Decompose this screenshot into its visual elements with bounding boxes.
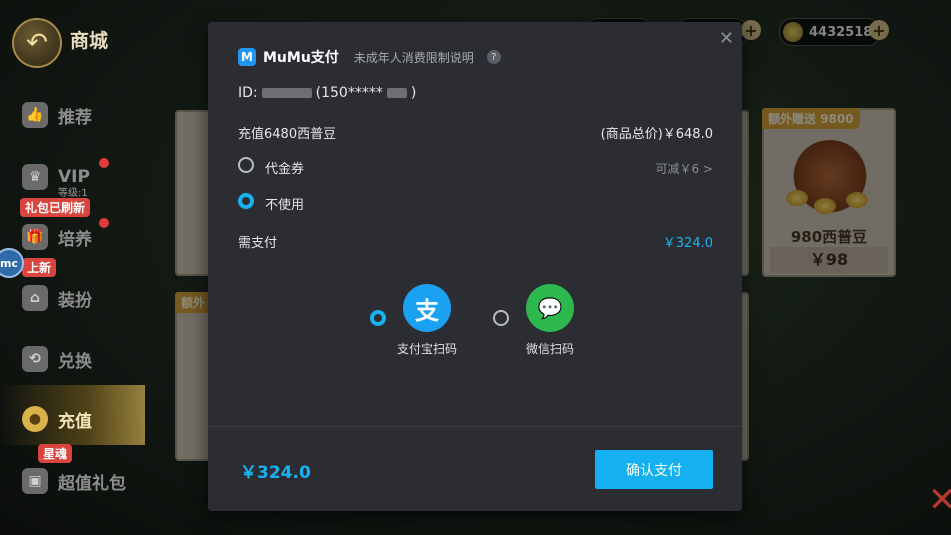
star-soul-tag: 星魂 bbox=[38, 444, 73, 463]
sidebar-item-label: 装扮 bbox=[58, 290, 92, 311]
sidebar-item-exchange[interactable]: ⟲ 兑换 bbox=[22, 346, 92, 372]
sidebar-item-recharge[interactable]: ● 充值 bbox=[22, 406, 92, 432]
need-pay-value: ￥324.0 bbox=[662, 236, 713, 251]
account-id: ID: (150***** ) bbox=[238, 85, 417, 101]
bean-icon: ● bbox=[22, 406, 48, 432]
thumbs-up-icon: 👍 bbox=[22, 102, 48, 128]
payment-brand: M MuMu支付 未成年人消费限制说明 ? bbox=[238, 47, 501, 67]
sidebar-item-value-pack[interactable]: ▣ 超值礼包 bbox=[22, 468, 126, 494]
help-icon[interactable]: ? bbox=[486, 50, 501, 64]
close-icon[interactable]: ✕ bbox=[719, 28, 734, 49]
gift-icon: 🎁 bbox=[22, 224, 48, 250]
sidebar-item-label: 兑换 bbox=[58, 351, 92, 372]
sidebar-item-label: 充值 bbox=[58, 411, 92, 432]
product-name: 充值6480西普豆 bbox=[238, 127, 337, 142]
voucher-radio[interactable] bbox=[238, 157, 254, 173]
refresh-tag: 礼包已刷新 bbox=[20, 198, 91, 217]
sidebar-item-label: 超值礼包 bbox=[58, 473, 126, 494]
new-tag: 上新 bbox=[22, 258, 57, 277]
exchange-icon: ⟲ bbox=[22, 346, 48, 372]
voucher-label: 代金券 bbox=[265, 162, 305, 177]
alipay-radio[interactable] bbox=[370, 310, 386, 326]
wechat-radio[interactable] bbox=[493, 310, 509, 326]
sidebar-item-label: 推荐 bbox=[58, 107, 92, 128]
back-arrow-icon: ↶ bbox=[26, 28, 48, 58]
crown-icon: ♛ bbox=[22, 164, 48, 190]
sidebar-item-cultivate[interactable]: 🎁 培养 bbox=[22, 224, 92, 250]
masked-phone bbox=[386, 88, 407, 98]
no-voucher-radio[interactable] bbox=[238, 193, 254, 209]
alipay-label: 支付宝扫码 bbox=[396, 342, 457, 356]
masked-id bbox=[261, 88, 312, 98]
sidebar-item-dressup[interactable]: ⌂ 装扮 bbox=[22, 285, 92, 311]
notification-dot bbox=[99, 218, 109, 228]
brand-name: MuMu支付 bbox=[263, 50, 339, 66]
product-total: (商品总价)￥648.0 bbox=[600, 127, 713, 142]
divider bbox=[208, 426, 742, 427]
wechat-icon[interactable]: 💬 bbox=[526, 284, 574, 332]
wechat-label: 微信扫码 bbox=[525, 342, 574, 356]
need-pay-label: 需支付 bbox=[238, 236, 278, 251]
back-button[interactable]: ↶ bbox=[12, 18, 62, 68]
pay-amount: ￥324.0 bbox=[240, 463, 311, 483]
gift-box-icon: ▣ bbox=[22, 468, 48, 494]
voucher-hint[interactable]: 可减￥6 > bbox=[655, 160, 713, 177]
alipay-icon[interactable]: 支 bbox=[403, 284, 451, 332]
page-title: 商城 bbox=[70, 30, 109, 52]
sidebar: 👍 推荐 ♛ VIP 等级:1 礼包已刷新 🎁 培养 上新 ⌂ 装扮 ⟲ 兑换 … bbox=[0, 80, 150, 535]
no-voucher-label: 不使用 bbox=[265, 198, 305, 213]
payment-dialog: ✕ M MuMu支付 未成年人消费限制说明 ? ID: (150***** ) … bbox=[208, 22, 742, 511]
sidebar-item-recommend[interactable]: 👍 推荐 bbox=[22, 102, 92, 128]
minor-limit-link[interactable]: 未成年人消费限制说明 bbox=[354, 49, 474, 66]
sidebar-item-label: 培养 bbox=[58, 229, 92, 250]
close-x-decoration-icon: ✕ bbox=[928, 480, 951, 520]
shop-icon: ⌂ bbox=[22, 285, 48, 311]
vip-level: 等级:1 bbox=[58, 188, 88, 199]
notification-dot bbox=[99, 158, 109, 168]
confirm-pay-button[interactable]: 确认支付 bbox=[595, 450, 713, 489]
mumu-logo-icon: M bbox=[238, 48, 256, 66]
